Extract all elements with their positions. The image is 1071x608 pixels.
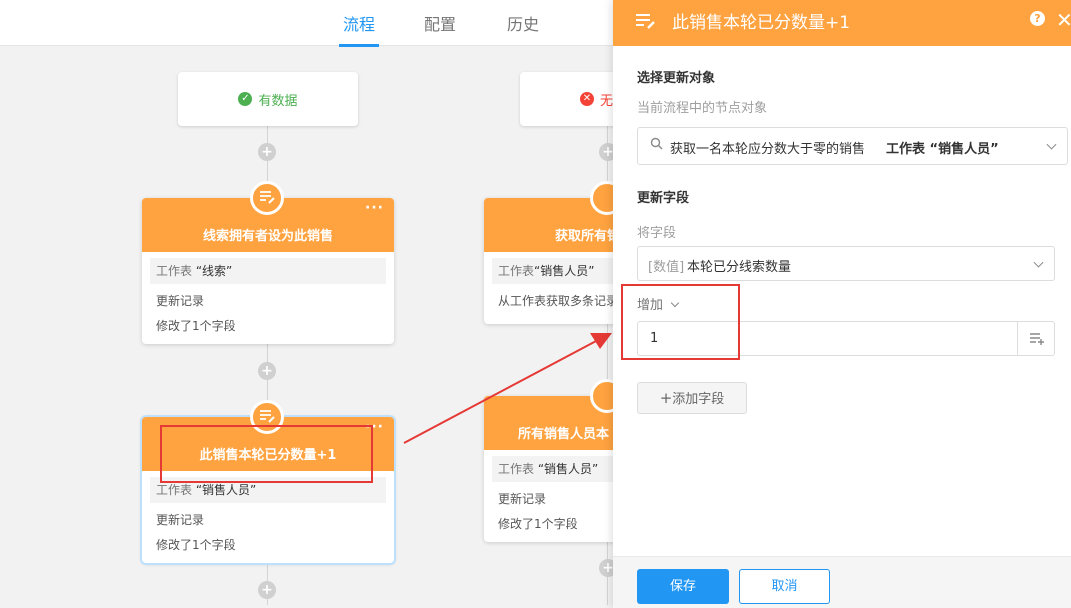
save-button[interactable]: 保存	[637, 569, 729, 604]
target-worksheet: 工作表 “销售人员”	[886, 142, 999, 157]
field-name: 本轮已分线索数量	[687, 260, 792, 275]
plus-icon: +	[659, 389, 673, 407]
search-icon	[650, 137, 663, 154]
help-icon[interactable]: ?	[1030, 11, 1045, 26]
tab-config[interactable]: 配置	[424, 11, 456, 35]
panel-header: 此销售本轮已分数量+1 ? ✕	[613, 0, 1071, 46]
section-subtitle: 当前流程中的节点对象	[637, 101, 768, 116]
tab-flow[interactable]: 流程	[338, 11, 380, 47]
target-text: 获取一名本轮应分数大于零的销售	[670, 142, 866, 157]
tab-history[interactable]: 历史	[507, 11, 539, 35]
add-field-button[interactable]: +添加字段	[637, 382, 747, 414]
field-select[interactable]: [数值] 本轮已分线索数量	[637, 246, 1055, 281]
chevron-down-icon	[1033, 257, 1044, 268]
insert-field-icon[interactable]	[1017, 322, 1054, 355]
section-title: 选择更新对象	[637, 71, 716, 86]
field-type: [数值]	[648, 260, 685, 275]
close-icon[interactable]: ✕	[1056, 8, 1071, 32]
panel-title: 此销售本轮已分数量+1	[672, 13, 851, 33]
cancel-button[interactable]: 取消	[739, 569, 830, 604]
node-config-panel: 此销售本轮已分数量+1 ? ✕ 选择更新对象 当前流程中的节点对象 获取一名本轮…	[613, 0, 1071, 608]
field-label: 将字段	[637, 226, 677, 241]
annotation-box	[621, 284, 740, 360]
annotation-arrow	[403, 333, 612, 444]
edit-list-icon	[635, 13, 655, 33]
update-target-select[interactable]: 获取一名本轮应分数大于零的销售 工作表 “销售人员”	[637, 127, 1068, 165]
section-title: 更新字段	[637, 191, 690, 206]
chevron-down-icon	[1046, 139, 1057, 150]
